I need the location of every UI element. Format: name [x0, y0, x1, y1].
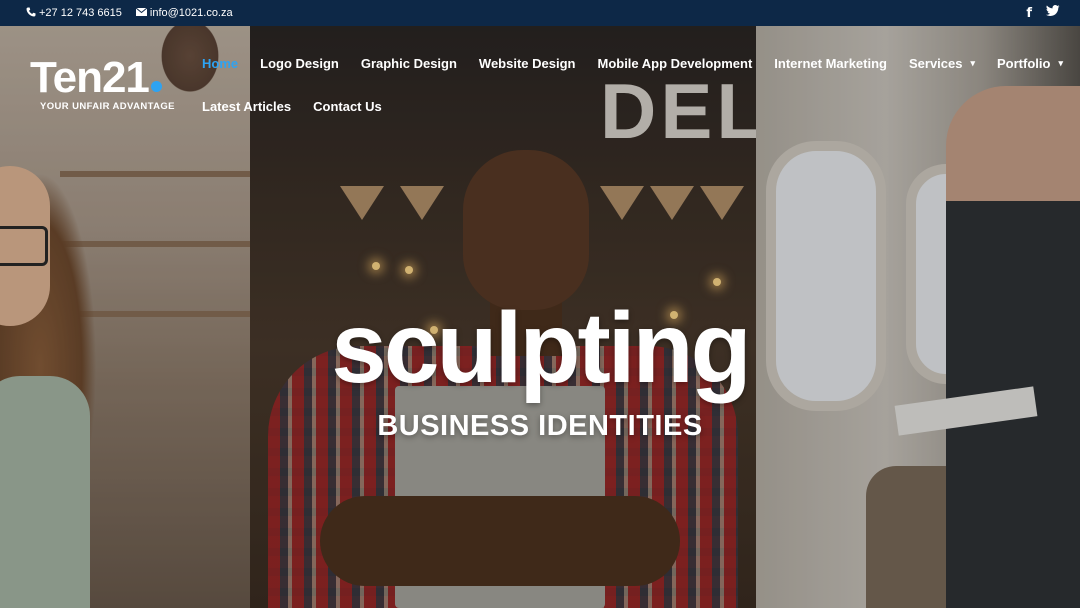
nav-contact-us[interactable]: Contact Us: [313, 99, 382, 114]
nav-latest-articles[interactable]: Latest Articles: [202, 99, 291, 114]
email-contact[interactable]: info@1021.co.za: [135, 7, 233, 19]
twitter-icon[interactable]: [1046, 5, 1060, 21]
nav-services[interactable]: Services ▾: [909, 56, 975, 71]
phone-number: +27 12 743 6615: [39, 7, 122, 19]
chevron-down-icon: ▾: [970, 57, 976, 68]
nav-logo-design[interactable]: Logo Design: [260, 56, 339, 71]
phone-icon: [26, 7, 36, 20]
site-logo[interactable]: Ten21 YOUR UNFAIR ADVANTAGE: [30, 56, 175, 113]
phone-contact[interactable]: +27 12 743 6615: [26, 7, 122, 20]
social-links: f: [1026, 0, 1060, 26]
top-bar: +27 12 743 6615 info@1021.co.za f: [0, 0, 1080, 26]
nav-website-design[interactable]: Website Design: [479, 56, 576, 71]
facebook-icon[interactable]: f: [1026, 6, 1032, 21]
nav-row-2: Latest Articles Contact Us: [202, 95, 1062, 117]
nav-graphic-design[interactable]: Graphic Design: [361, 56, 457, 71]
hero-headline: sculpting: [331, 292, 751, 404]
logo-dot: [150, 81, 162, 92]
logo-tagline: YOUR UNFAIR ADVANTAGE: [40, 101, 175, 112]
nav-portfolio[interactable]: Portfolio ▾: [997, 56, 1063, 71]
email-address: info@1021.co.za: [149, 7, 233, 19]
nav-mobile-app-development[interactable]: Mobile App Development: [597, 56, 752, 71]
logo-text: Ten21: [30, 53, 150, 102]
envelope-icon: [135, 7, 148, 19]
main-nav: Home Logo Design Graphic Design Website …: [202, 52, 1063, 117]
chevron-down-icon: ▾: [1058, 57, 1063, 68]
nav-home[interactable]: Home: [202, 56, 238, 71]
hero-subheadline: BUSINESS IDENTITIES: [377, 410, 703, 442]
logo-wordmark: Ten21: [30, 56, 175, 100]
nav-row-1: Home Logo Design Graphic Design Website …: [202, 52, 1063, 74]
nav-internet-marketing[interactable]: Internet Marketing: [774, 56, 887, 71]
nav-portfolio-label: Portfolio: [997, 55, 1051, 71]
nav-services-label: Services: [908, 55, 963, 71]
